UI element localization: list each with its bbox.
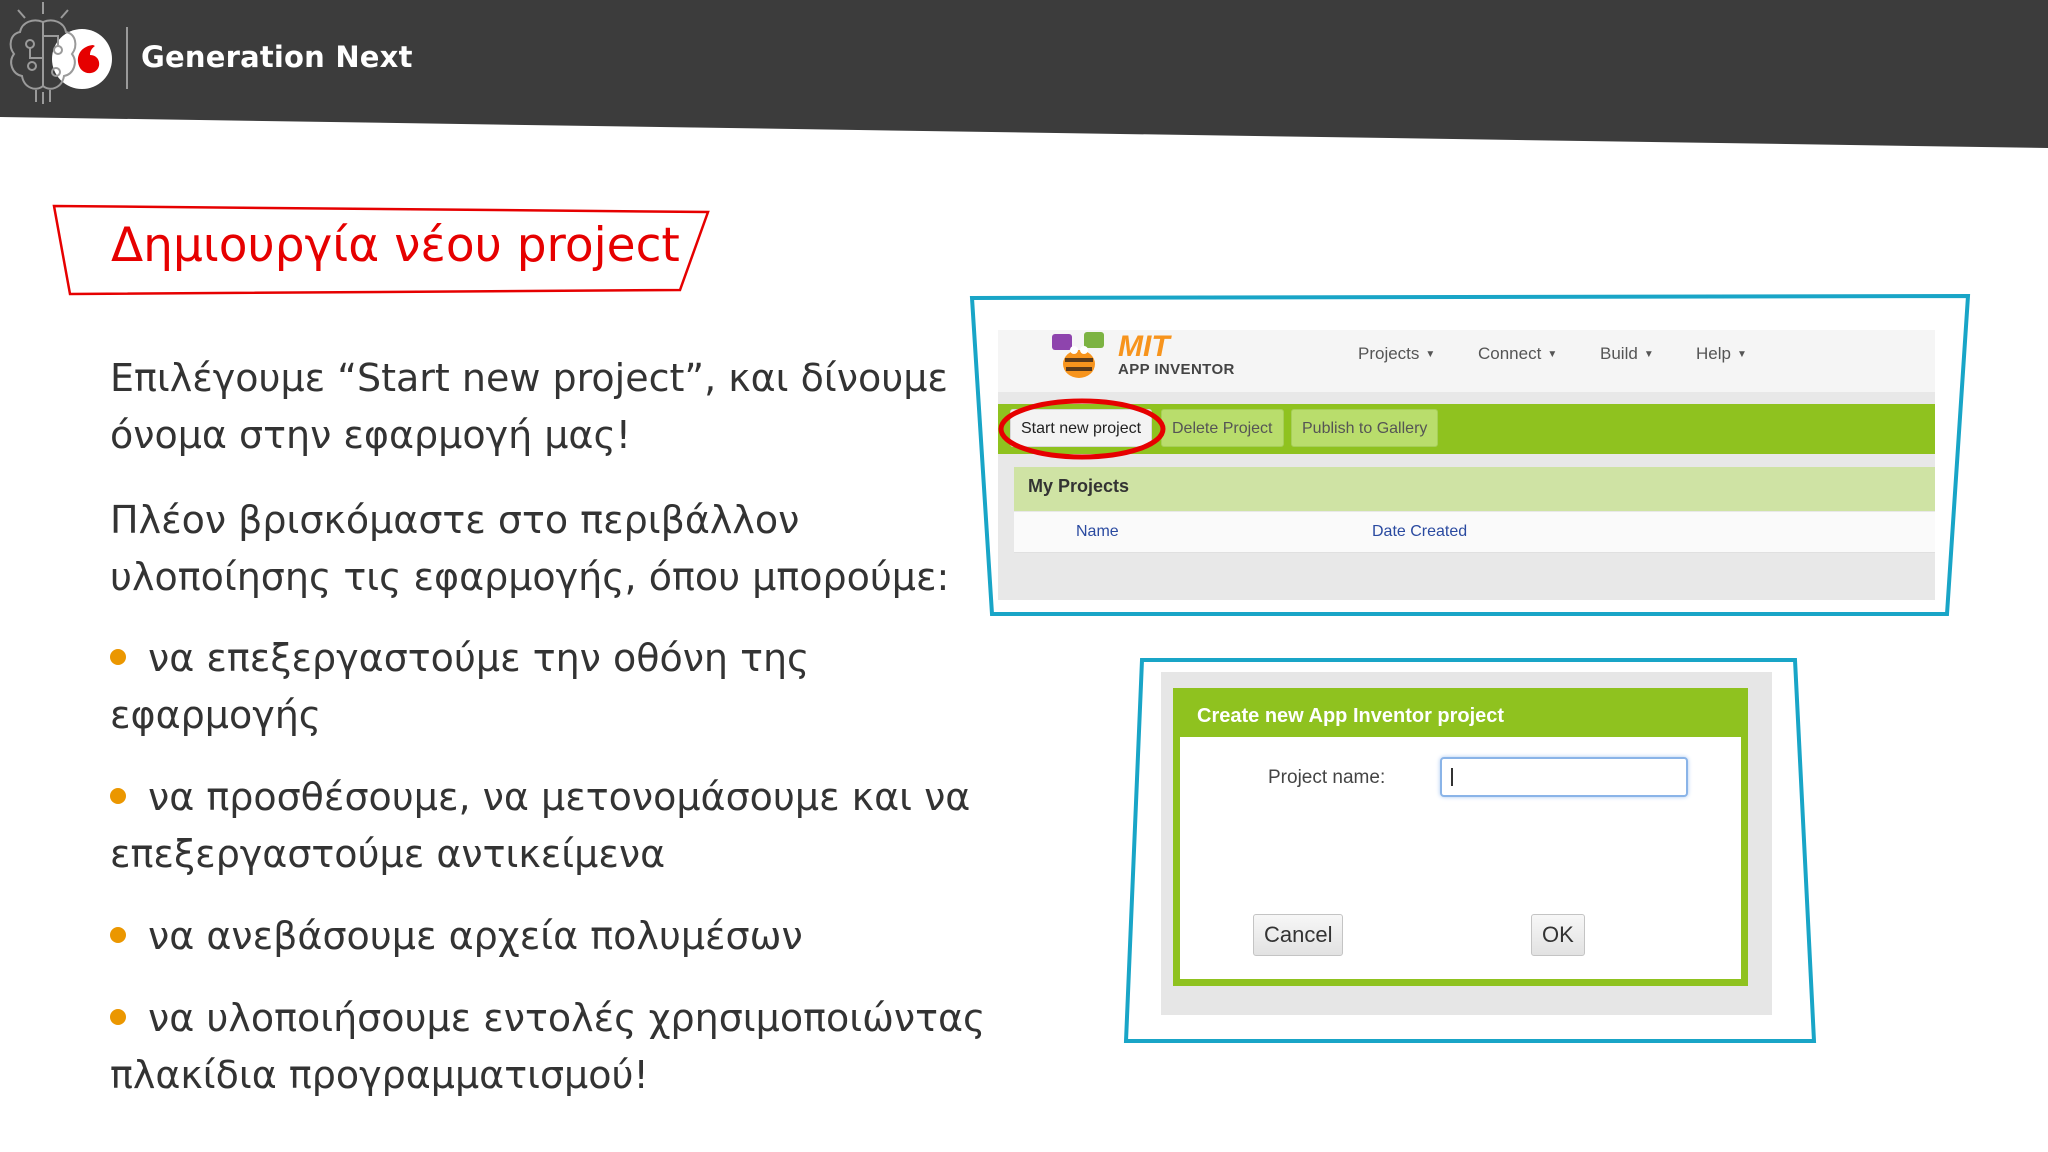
caret-down-icon: ▼	[1736, 349, 1747, 360]
projects-table-header	[1014, 512, 1935, 553]
bullet-item: να προσθέσουμε, να μετονομάσουμε και να …	[110, 769, 990, 883]
nav-label: Build	[1600, 344, 1638, 363]
bullet-text: να ανεβάσουμε αρχεία πολυμέσων	[148, 914, 803, 958]
text-cursor	[1451, 768, 1453, 786]
bullet-dot-icon	[110, 1009, 126, 1025]
highlight-circle-annotation	[998, 398, 1166, 460]
column-date-created[interactable]: Date Created	[1372, 523, 1467, 541]
ok-button[interactable]: OK	[1531, 914, 1585, 956]
caret-down-icon: ▼	[1425, 349, 1436, 360]
dialog-title: Create new App Inventor project	[1197, 705, 1505, 727]
app-inventor-screenshot: MIT APP INVENTOR Projects ▼ Connect ▼ Buil…	[998, 330, 1935, 600]
nav-label: Connect	[1478, 344, 1542, 363]
my-projects-header	[1014, 467, 1935, 511]
caret-down-icon: ▼	[1547, 349, 1558, 360]
cancel-button[interactable]: Cancel	[1253, 914, 1344, 956]
paragraph-line: Πλέον βρισκόμαστε στο περιβάλλον	[110, 498, 800, 542]
delete-project-button[interactable]: Delete Project	[1161, 409, 1284, 447]
brand-name: Generation Next	[141, 40, 413, 74]
nav-connect[interactable]: Connect ▼	[1478, 344, 1557, 364]
bullet-text: επεξεργαστούμε αντικείμενα	[110, 832, 666, 876]
project-name-label: Project name:	[1268, 767, 1386, 788]
header-background	[0, 0, 2048, 148]
column-name[interactable]: Name	[1076, 523, 1119, 541]
brain-icon	[9, 2, 77, 104]
project-name-input[interactable]	[1440, 757, 1688, 797]
bullet-dot-icon	[110, 788, 126, 804]
nav-projects[interactable]: Projects ▼	[1358, 344, 1435, 364]
bullet-text: να υλοποιήσουμε εντολές χρησιμοποιώντας	[148, 996, 986, 1040]
bullet-item: να επεξεργαστούμε την οθόνη της εφαρμογή…	[110, 630, 990, 744]
paragraph-intro: Επιλέγουμε “Start new project”, και δίνο…	[110, 350, 970, 464]
app-inventor-logo-subtitle: APP INVENTOR	[1118, 361, 1235, 378]
bullet-item: να ανεβάσουμε αρχεία πολυμέσων	[110, 908, 990, 965]
paragraph-environment: Πλέον βρισκόμαστε στο περιβάλλον υλοποίη…	[110, 492, 970, 606]
header-divider	[126, 27, 128, 89]
header-bar: Generation Next	[0, 0, 2048, 150]
bullet-dot-icon	[110, 649, 126, 665]
nav-build[interactable]: Build ▼	[1600, 344, 1654, 364]
nav-label: Help	[1696, 344, 1731, 363]
create-project-dialog: Create new App Inventor project Project …	[1173, 688, 1748, 986]
nav-label: Projects	[1358, 344, 1420, 363]
bullet-text: πλακίδια προγραμματισμού!	[110, 1053, 649, 1097]
paragraph-line: υλοποίησης τις εφαρμογής, όπου μπορούμε:	[110, 555, 950, 599]
slide-title: Δημιουργία νέου project	[111, 218, 680, 273]
app-inventor-logo-title: MIT	[1118, 330, 1170, 363]
bullet-text: να επεξεργαστούμε την οθόνη της	[148, 636, 810, 680]
nav-help[interactable]: Help ▼	[1696, 344, 1747, 364]
paragraph-line: όνομα στην εφαρμογή μας!	[110, 413, 631, 457]
bullet-text: να προσθέσουμε, να μετονομάσουμε και να	[148, 775, 971, 819]
bullet-item: να υλοποιήσουμε εντολές χρησιμοποιώντας …	[110, 990, 990, 1104]
caret-down-icon: ▼	[1643, 349, 1654, 360]
bullet-text: εφαρμογής	[110, 693, 322, 737]
paragraph-line: Επιλέγουμε “Start new project”, και δίνο…	[110, 356, 948, 400]
my-projects-title: My Projects	[1028, 476, 1130, 496]
publish-to-gallery-button[interactable]: Publish to Gallery	[1291, 409, 1439, 447]
bullet-dot-icon	[110, 927, 126, 943]
app-inventor-bee-icon	[1052, 332, 1104, 378]
